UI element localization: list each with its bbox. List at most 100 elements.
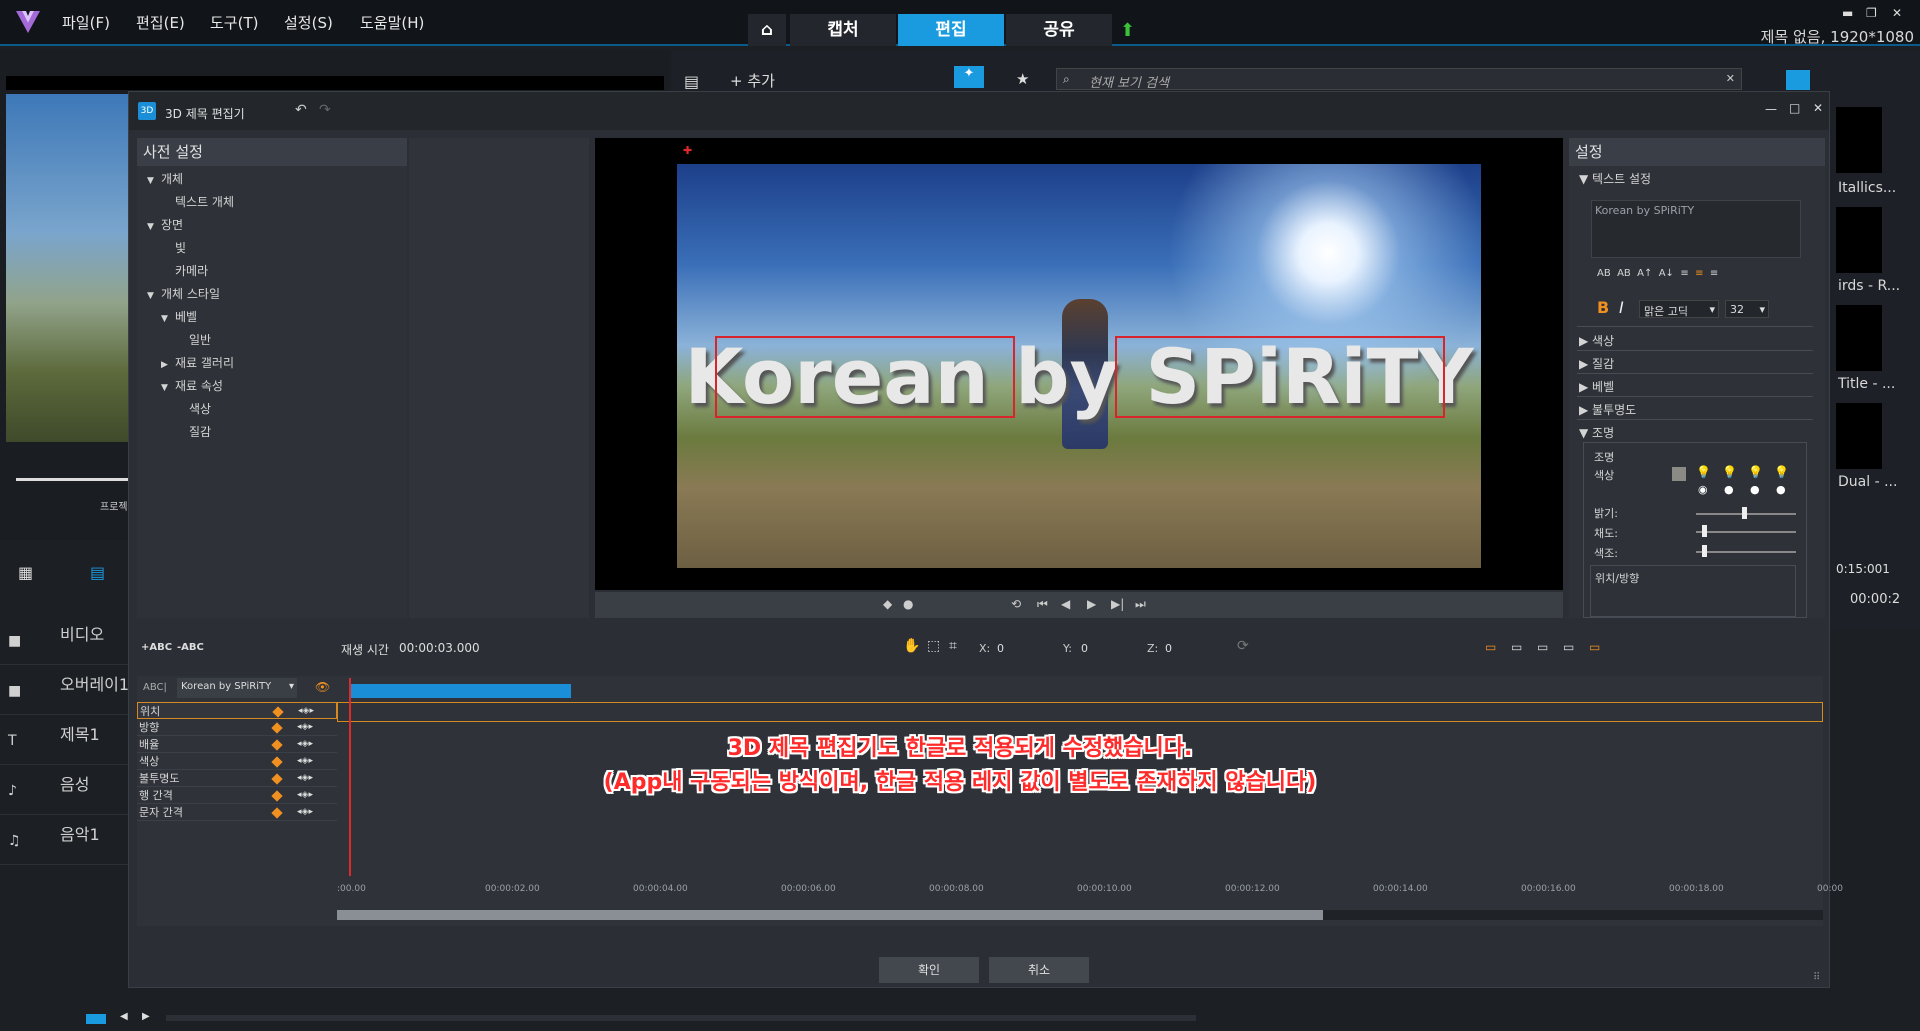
light-bulb-icon[interactable]: 💡 xyxy=(1696,465,1711,479)
object-select[interactable]: Korean by SPiRiTY ▾ xyxy=(177,678,297,698)
restore-icon[interactable]: ❐ xyxy=(1866,6,1877,20)
scroll-right-icon[interactable]: ▶ xyxy=(142,1011,150,1022)
z-input[interactable]: 0 xyxy=(1165,642,1172,655)
selected-row-track[interactable] xyxy=(337,702,1823,722)
keyframe-row[interactable]: 위치 ◂◈▸ xyxy=(137,702,337,719)
light-radio[interactable]: ● xyxy=(1776,483,1786,496)
undo-icon[interactable]: ↶ xyxy=(295,102,307,118)
repeat-icon[interactable]: ⟲ xyxy=(1011,597,1021,611)
scrollbar-thumb[interactable] xyxy=(337,910,1323,920)
font-select[interactable]: 맑은 고딕 ▾ xyxy=(1639,300,1719,318)
light-bulb-icon[interactable]: 💡 xyxy=(1722,465,1737,479)
title-clip[interactable] xyxy=(349,684,571,698)
dialog-maximize-icon[interactable]: □ xyxy=(1789,101,1800,115)
project-scrollbar[interactable] xyxy=(166,1015,1196,1021)
preset-tree-item[interactable]: 일반 xyxy=(189,331,211,348)
remove-text-object-button[interactable]: -ABC xyxy=(177,642,204,653)
baseline-button[interactable]: A↓ xyxy=(1659,268,1674,279)
keyframe-tool-icon[interactable]: ▭ xyxy=(1537,640,1548,654)
preset-tree-item[interactable]: 색상 xyxy=(189,400,211,417)
preset-tree-item[interactable]: ▼ 개체 xyxy=(147,170,183,187)
light-radio[interactable]: ● xyxy=(1750,483,1760,496)
section-lighting[interactable]: ▼ 조명 xyxy=(1579,424,1614,441)
slider-thumb[interactable] xyxy=(1742,507,1747,519)
char-spacing-button[interactable]: AB xyxy=(1617,268,1631,279)
char-spacing-button[interactable]: AB xyxy=(1597,268,1611,279)
dialog-minimize-icon[interactable]: — xyxy=(1765,102,1777,116)
play-icon[interactable]: ▶ xyxy=(1087,597,1096,611)
light-color-swatch[interactable] xyxy=(1672,467,1686,481)
reset-icon[interactable]: ⟳ xyxy=(1237,638,1249,654)
keyframe-nav-icon[interactable]: ◂◈▸ xyxy=(297,804,313,821)
step-forward-icon[interactable]: ▶| xyxy=(1111,597,1124,611)
add-button[interactable]: + 추가 xyxy=(730,70,775,91)
select-tool-icon[interactable]: ⬚ xyxy=(927,638,940,654)
hue-slider[interactable] xyxy=(1696,551,1796,553)
go-end-icon[interactable]: ⏭ xyxy=(1135,597,1146,612)
preset-tree-item[interactable]: 카메라 xyxy=(175,262,208,279)
preset-tree-item[interactable]: ▶ 재료 갤러리 xyxy=(161,354,234,371)
keyframe-nav-icon[interactable]: ◂◈▸ xyxy=(298,703,314,720)
text-settings-section[interactable]: ▼ 텍스트 설정 xyxy=(1579,170,1651,187)
title-text-input[interactable]: Korean by SPiRiTY xyxy=(1591,200,1801,258)
keyframe-tool-icon[interactable]: ▭ xyxy=(1511,640,1522,654)
track-overlay[interactable]: ■ 오버레이1 xyxy=(0,665,130,715)
dialog-close-icon[interactable]: ✕ xyxy=(1813,101,1823,115)
slider-thumb[interactable] xyxy=(1702,525,1707,537)
track-music[interactable]: ♫ 음악1 xyxy=(0,815,130,865)
align-left-icon[interactable]: ≡ xyxy=(1680,268,1688,279)
hand-tool-icon[interactable]: ✋ xyxy=(903,638,920,654)
hand-icon[interactable]: ● xyxy=(903,597,913,611)
view-toggle-button[interactable] xyxy=(1786,70,1810,90)
menu-edit[interactable]: 편집(E) xyxy=(136,12,185,33)
tab-edit[interactable]: 편집 xyxy=(898,14,1004,46)
section-opacity[interactable]: ▶ 불투명도 xyxy=(1579,401,1636,418)
timeline-scrollbar[interactable] xyxy=(337,910,1823,920)
search-input[interactable]: ⌕ 현재 보기 검색 ✕ xyxy=(1056,68,1742,91)
pin-icon[interactable]: ✦ xyxy=(954,66,984,88)
go-start-icon[interactable]: ⏮ xyxy=(1037,597,1048,612)
preset-tree-item[interactable]: ▼ 재료 속성 xyxy=(161,377,223,394)
preview-viewer[interactable]: ✚ Korean by SPiRiTY xyxy=(595,138,1563,590)
library-thumb[interactable] xyxy=(1836,107,1882,173)
preset-tree-item[interactable]: ▼ 베벨 xyxy=(161,308,197,325)
preset-tree-item[interactable]: 텍스트 개체 xyxy=(175,193,234,210)
preset-tree-item[interactable]: 빛 xyxy=(175,239,186,256)
eye-icon[interactable]: 👁 xyxy=(315,680,330,694)
section-color[interactable]: ▶ 색상 xyxy=(1579,332,1614,349)
light-bulb-icon[interactable]: 💡 xyxy=(1774,465,1789,479)
menu-tools[interactable]: 도구(T) xyxy=(210,12,258,33)
upload-arrow-icon[interactable]: ⬆ xyxy=(1120,20,1135,41)
menu-settings[interactable]: 설정(S) xyxy=(284,12,333,33)
slider-thumb[interactable] xyxy=(1702,545,1707,557)
section-texture[interactable]: ▶ 질감 xyxy=(1579,355,1614,372)
menu-help[interactable]: 도움말(H) xyxy=(360,12,424,33)
close-icon[interactable]: ✕ xyxy=(1892,6,1902,20)
scroll-left-icon[interactable]: ◀ xyxy=(120,1011,128,1022)
library-thumb[interactable] xyxy=(1836,207,1882,273)
playtime-value[interactable]: 00:00:03.000 xyxy=(399,641,480,655)
redo-icon[interactable]: ↷ xyxy=(319,102,331,118)
library-thumb[interactable] xyxy=(1836,403,1882,469)
section-bevel[interactable]: ▶ 베벨 xyxy=(1579,378,1614,395)
marker-icon[interactable]: ◆ xyxy=(883,597,892,611)
star-icon[interactable]: ★ xyxy=(1016,70,1029,88)
timeline-ruler[interactable]: :00.00 00:00:02.00 00:00:04.00 00:00:06.00 0… xyxy=(337,876,1843,906)
ok-button[interactable]: 확인 xyxy=(879,957,979,983)
preset-tree-item[interactable]: 질감 xyxy=(189,423,211,440)
text-format-buttons[interactable]: AB AB A↑ A↓ ≡ ≡ ≡ xyxy=(1597,268,1718,279)
keyframe-row[interactable]: 문자 간격 ◂◈▸ xyxy=(137,804,337,821)
keyframe-tool-icon[interactable]: ▭ xyxy=(1485,640,1496,654)
y-input[interactable]: 0 xyxy=(1081,642,1088,655)
keyframe-tool-icon[interactable]: ▭ xyxy=(1589,640,1600,654)
media-icon[interactable]: ▤ xyxy=(684,72,699,91)
minimize-icon[interactable]: ▬ xyxy=(1842,6,1853,20)
preset-tree-item[interactable]: ▼ 장면 xyxy=(147,216,183,233)
clear-search-icon[interactable]: ✕ xyxy=(1726,72,1735,85)
menu-file[interactable]: 파일(F) xyxy=(62,12,110,33)
baseline-button[interactable]: A↑ xyxy=(1637,268,1652,279)
frame-tool-icon[interactable]: ⌗ xyxy=(949,638,957,654)
resize-grip-icon[interactable]: ⠿ xyxy=(1813,972,1820,983)
keyframe-tool-icon[interactable]: ▭ xyxy=(1563,640,1574,654)
zoom-indicator[interactable] xyxy=(86,1014,106,1024)
